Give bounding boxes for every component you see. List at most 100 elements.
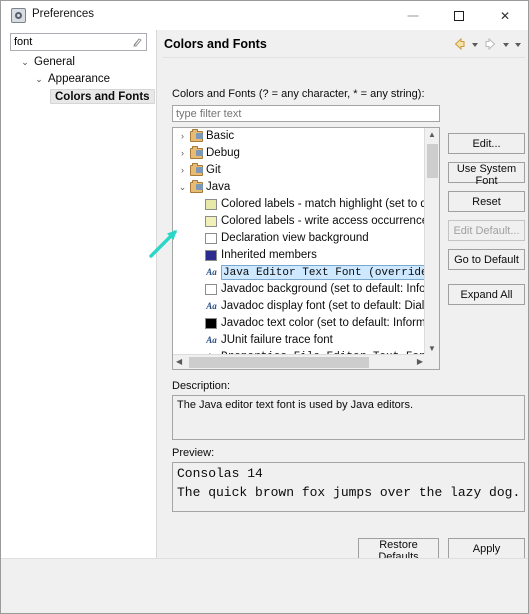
folder-icon	[190, 129, 203, 143]
apply-button[interactable]: Apply	[448, 538, 525, 559]
font-aa-icon: Aa	[206, 267, 217, 277]
filter-label: Colors and Fonts (? = any character, * =…	[172, 88, 425, 100]
colors-and-fonts-tree[interactable]: › Basic › Debug › Git ⌄ Java Colored lab…	[172, 127, 440, 370]
preview-line: Consolas 14	[177, 466, 263, 481]
sidebar-item-general[interactable]: ⌄ General	[1, 54, 156, 71]
chevron-right-icon[interactable]: ›	[177, 128, 188, 145]
color-swatch-icon	[205, 250, 218, 262]
chevron-right-icon[interactable]: ›	[177, 145, 188, 162]
preferences-dialog: Preferences ✕ ⌄ General ⌄ Appearance	[0, 0, 529, 614]
forward-history-dropdown[interactable]	[500, 35, 512, 53]
minimize-icon	[407, 15, 419, 16]
sidebar-item-appearance[interactable]: ⌄ Appearance	[1, 71, 156, 88]
tree-row[interactable]: Colored labels - write access occurrence…	[173, 213, 426, 230]
sidebar-item-label: Colors and Fonts	[50, 89, 155, 104]
horizontal-scroll-thumb[interactable]	[189, 357, 369, 368]
preview-line: The quick brown fox jumps over the lazy …	[177, 485, 521, 500]
use-system-font-button[interactable]: Use System Font	[448, 162, 525, 187]
forward-arrow-icon	[485, 37, 496, 51]
tree-row[interactable]: Aa Javadoc display font (set to default:…	[173, 298, 426, 315]
window-title: Preferences	[32, 8, 95, 20]
tree-row[interactable]: › Debug	[173, 145, 426, 162]
minimize-button[interactable]	[390, 1, 436, 30]
tree-row[interactable]: › Git	[173, 162, 426, 179]
close-button[interactable]: ✕	[482, 1, 528, 30]
close-icon: ✕	[499, 8, 511, 23]
sidebar-item-colors-and-fonts[interactable]: Colors and Fonts	[1, 88, 156, 105]
back-history-dropdown[interactable]	[469, 35, 481, 53]
filter-input-box[interactable]	[172, 105, 440, 122]
chevron-right-icon[interactable]: ›	[177, 162, 188, 179]
folder-icon	[190, 163, 203, 177]
page-title: Colors and Fonts	[164, 37, 267, 51]
color-swatch-icon	[205, 318, 218, 330]
sidebar-item-label: Appearance	[48, 73, 111, 85]
tree-item-label: Java	[206, 181, 231, 193]
font-aa-icon: Aa	[206, 301, 217, 311]
tree-row[interactable]: Inherited members	[173, 247, 426, 264]
color-swatch-icon	[205, 216, 218, 228]
tree-item-label: JUnit failure trace font	[221, 334, 333, 346]
forward-button[interactable]	[481, 35, 500, 53]
description-text: The Java editor text font is used by Jav…	[177, 399, 414, 411]
filter-input[interactable]	[176, 107, 434, 120]
maximize-icon	[454, 10, 464, 21]
color-swatch-icon	[205, 284, 218, 296]
chevron-down-icon[interactable]: ⌄	[33, 71, 45, 88]
description-box: The Java editor text font is used by Jav…	[172, 395, 525, 440]
edit-default-button: Edit Default...	[448, 220, 525, 241]
tree-horizontal-scrollbar[interactable]: ◀ ▶	[173, 354, 426, 369]
chevron-down-icon[interactable]: ⌄	[19, 54, 31, 71]
reset-button[interactable]: Reset	[448, 191, 525, 212]
nav-search-input[interactable]	[14, 35, 124, 49]
tree-item-label: Inherited members	[221, 249, 317, 261]
color-swatch-icon	[205, 199, 218, 211]
back-button[interactable]	[450, 35, 469, 53]
scroll-down-icon[interactable]: ▼	[428, 345, 436, 353]
tree-rows-container: › Basic › Debug › Git ⌄ Java Colored lab…	[173, 128, 426, 356]
folder-icon	[190, 146, 203, 160]
tree-item-label: Java Editor Text Font (overrides def	[221, 265, 426, 280]
restore-defaults-button[interactable]: Restore Defaults	[358, 538, 439, 563]
tree-row[interactable]: Colored labels - match highlight (set to…	[173, 196, 426, 213]
back-arrow-icon	[454, 37, 465, 51]
title-divider	[163, 57, 525, 58]
nav-tree: ⌄ General ⌄ Appearance Colors and Fonts	[1, 54, 156, 105]
preview-label: Preview:	[172, 447, 215, 459]
preferences-app-icon	[11, 8, 26, 23]
preferences-content-pane: Colors and Fonts Colors and Fonts (? = a…	[159, 30, 528, 563]
tree-row[interactable]: › Basic	[173, 128, 426, 145]
tree-item-label: Javadoc background (set to default: Info…	[221, 283, 426, 295]
clear-search-icon[interactable]	[132, 37, 143, 48]
title-bar: Preferences ✕	[1, 1, 528, 30]
tree-row-selected[interactable]: Aa Java Editor Text Font (overrides def	[173, 264, 426, 281]
sidebar-item-label: General	[34, 56, 75, 68]
tree-row[interactable]: Javadoc background (set to default: Info…	[173, 281, 426, 298]
tree-item-label: Javadoc text color (set to default: Info…	[221, 317, 426, 329]
folder-icon	[190, 180, 203, 194]
edit-button[interactable]: Edit...	[448, 133, 525, 154]
dialog-footer: ? Apply and Close Cancel	[1, 559, 528, 613]
tree-row[interactable]: Aa JUnit failure trace font	[173, 332, 426, 349]
tree-item-label: Colored labels - write access occurrence…	[221, 215, 426, 227]
tree-item-label: Debug	[206, 147, 240, 159]
tree-item-label: Javadoc display font (set to default: Di…	[221, 300, 426, 312]
font-aa-icon: Aa	[206, 335, 217, 345]
tree-item-label: Declaration view background	[221, 232, 369, 244]
tree-row[interactable]: Declaration view background	[173, 230, 426, 247]
maximize-button[interactable]	[436, 1, 482, 30]
scroll-left-icon[interactable]: ◀	[176, 358, 182, 366]
vertical-scroll-thumb[interactable]	[427, 144, 438, 178]
description-label: Description:	[172, 380, 231, 392]
nav-search-box[interactable]	[10, 33, 147, 51]
tree-vertical-scrollbar[interactable]: ▲ ▼	[424, 128, 439, 356]
page-menu-dropdown[interactable]	[512, 35, 524, 53]
chevron-down-icon[interactable]: ⌄	[177, 179, 188, 196]
scrollbar-corner	[424, 354, 439, 369]
scroll-up-icon[interactable]: ▲	[428, 131, 436, 139]
tree-row[interactable]: ⌄ Java	[173, 179, 426, 196]
expand-all-button[interactable]: Expand All	[448, 284, 525, 305]
scroll-right-icon[interactable]: ▶	[417, 358, 423, 366]
go-to-default-button[interactable]: Go to Default	[448, 249, 525, 270]
tree-row[interactable]: Javadoc text color (set to default: Info…	[173, 315, 426, 332]
